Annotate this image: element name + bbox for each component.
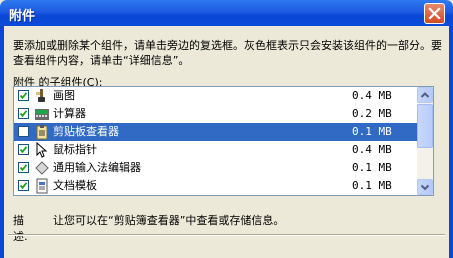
checkbox[interactable] bbox=[18, 108, 29, 119]
footer-label: 描述: bbox=[13, 214, 28, 243]
item-name: 通用输入法编辑器 bbox=[53, 161, 141, 174]
subcomponents-list[interactable]: 画图 0.4 MB 计算器 0.2 MB 剪贴板查看器 0.1 MB 鼠标指针 … bbox=[13, 86, 434, 196]
item-size: 0.1 MB bbox=[352, 123, 392, 141]
close-button[interactable] bbox=[424, 3, 445, 24]
list-scrollbar[interactable] bbox=[417, 87, 433, 195]
item-name: 计算器 bbox=[53, 107, 86, 120]
item-size: 0.2 MB bbox=[352, 107, 392, 120]
title-bar[interactable]: 附件 bbox=[0, 0, 453, 26]
scroll-thumb[interactable] bbox=[417, 104, 433, 148]
item-size: 0.4 MB bbox=[352, 89, 392, 102]
list-item[interactable]: 剪贴板查看器 0.1 MB bbox=[14, 123, 417, 141]
calculator-icon bbox=[34, 106, 50, 122]
checkbox[interactable] bbox=[18, 126, 29, 137]
checkbox[interactable] bbox=[18, 180, 29, 191]
checkbox[interactable] bbox=[18, 162, 29, 173]
window-frame-left bbox=[0, 26, 4, 258]
item-size: 0.1 MB bbox=[352, 161, 392, 174]
list-item[interactable]: 画图 0.4 MB bbox=[14, 87, 417, 105]
item-name: 鼠标指针 bbox=[53, 143, 97, 156]
item-name: 画图 bbox=[53, 89, 75, 102]
item-size: 0.1 MB bbox=[352, 179, 392, 192]
clipboard-viewer-icon bbox=[34, 124, 50, 140]
divider bbox=[8, 234, 445, 236]
item-name: 文档模板 bbox=[53, 179, 97, 192]
close-icon bbox=[428, 7, 441, 20]
mouse-pointer-icon bbox=[34, 141, 50, 158]
checkbox[interactable] bbox=[18, 144, 29, 155]
list-item[interactable]: 文档模板 0.1 MB bbox=[14, 177, 417, 195]
scroll-up-button[interactable] bbox=[417, 87, 433, 103]
document-template-icon bbox=[34, 178, 50, 194]
item-size: 0.4 MB bbox=[352, 143, 392, 156]
list-item[interactable]: 通用输入法编辑器 0.1 MB bbox=[14, 159, 417, 177]
paint-icon bbox=[34, 88, 50, 104]
checkbox[interactable] bbox=[18, 90, 29, 101]
list-item[interactable]: 鼠标指针 0.4 MB bbox=[14, 141, 417, 159]
chevron-up-icon bbox=[420, 92, 430, 98]
item-name: 剪贴板查看器 bbox=[53, 123, 119, 141]
scroll-down-button[interactable] bbox=[417, 179, 433, 195]
ime-icon bbox=[34, 160, 50, 176]
description-text: 要添加或删除某个组件，请单击旁边的复选框。灰色框表示只会安装该组件的一部分。要查… bbox=[13, 39, 442, 67]
window-title: 附件 bbox=[9, 9, 36, 24]
window-frame-right bbox=[449, 26, 453, 258]
footer-text: 让您可以在“剪贴簿查看器”中查看或存储信息。 bbox=[53, 214, 285, 227]
chevron-down-icon bbox=[420, 184, 430, 191]
list-item[interactable]: 计算器 0.2 MB bbox=[14, 105, 417, 123]
